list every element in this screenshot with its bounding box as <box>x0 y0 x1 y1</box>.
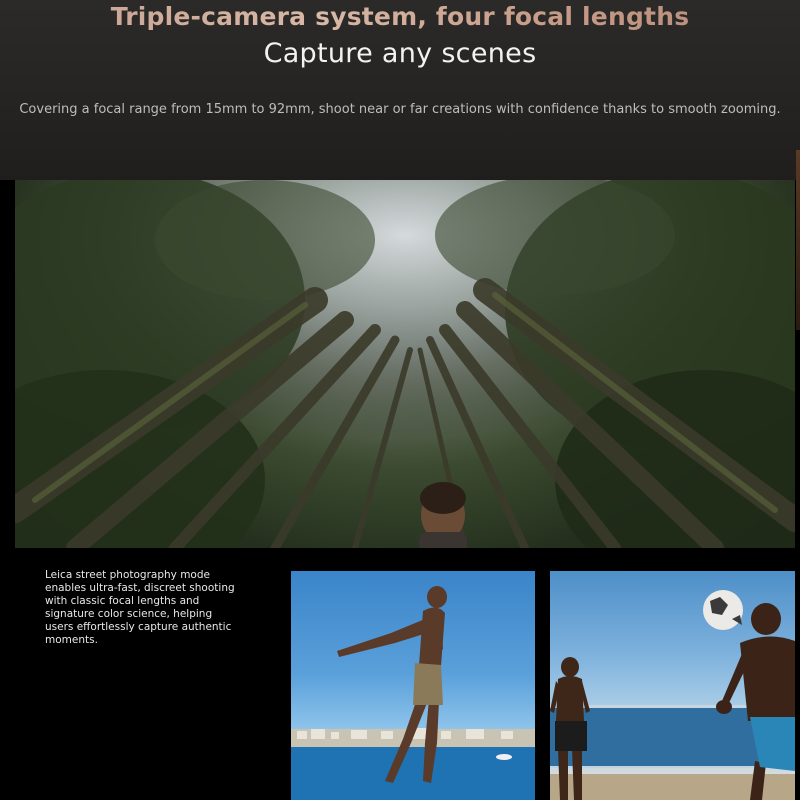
forest-canopy-photo <box>15 180 795 548</box>
leica-mode-description: Leica street photography mode enables ul… <box>45 569 235 646</box>
jumping-man-photo <box>291 571 535 800</box>
beach-football-illustration <box>550 590 795 800</box>
page-subheadline: Capture any scenes <box>263 38 537 69</box>
hero-description: Covering a focal range from 15mm to 92mm… <box>19 102 781 117</box>
forest-illustration <box>15 180 795 548</box>
jumping-man-illustration <box>291 586 535 800</box>
hero-section: Triple-camera system, four focal lengths… <box>0 0 800 330</box>
beach-football-photo <box>550 571 795 800</box>
page-headline: Triple-camera system, four focal lengths <box>0 2 800 31</box>
